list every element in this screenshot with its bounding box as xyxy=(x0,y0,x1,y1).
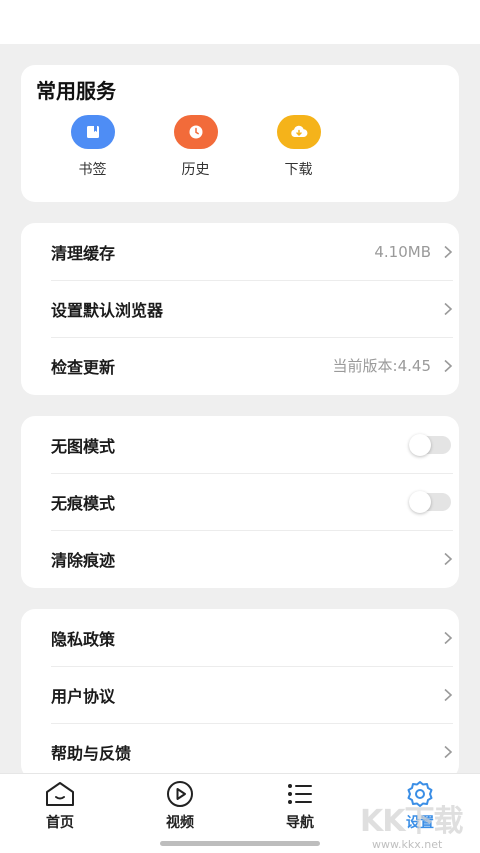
watermark-logo: KK下载 xyxy=(360,804,463,839)
list-icon xyxy=(284,780,316,808)
watermark-url: www.kkx.net xyxy=(372,838,443,851)
home-indicator xyxy=(160,841,320,846)
tab-home-label: 首页 xyxy=(46,815,74,831)
chevron-right-icon xyxy=(443,745,453,759)
incognito-mode-label: 无痕模式 xyxy=(51,493,116,513)
chevron-right-icon xyxy=(443,688,453,702)
about-card: 隐私政策 用户协议 帮助与反馈 xyxy=(21,609,459,779)
service-label: 历史 xyxy=(181,162,210,178)
no-image-mode-label: 无图模式 xyxy=(51,436,116,456)
help-feedback-label: 帮助与反馈 xyxy=(51,743,132,763)
service-label: 书签 xyxy=(78,162,107,178)
download-icon xyxy=(276,115,321,149)
user-agreement-row[interactable]: 用户协议 xyxy=(51,666,453,723)
incognito-mode-toggle[interactable] xyxy=(409,490,451,513)
no-image-mode-row: 无图模式 xyxy=(51,416,453,473)
privacy-policy-row[interactable]: 隐私政策 xyxy=(51,609,453,666)
check-update-row[interactable]: 检查更新 当前版本:4.45 xyxy=(51,337,453,394)
clear-traces-label: 清除痕迹 xyxy=(51,550,116,570)
play-icon xyxy=(164,780,196,808)
service-label: 下载 xyxy=(284,162,313,178)
user-agreement-label: 用户协议 xyxy=(51,686,116,706)
toggle-knob xyxy=(409,490,431,513)
chevron-right-icon xyxy=(443,245,453,259)
status-bar xyxy=(0,0,480,44)
tab-navigation-label: 导航 xyxy=(286,815,314,831)
services-grid: 书签 历史 下载 xyxy=(41,115,350,179)
cache-size-value: 4.10MB xyxy=(374,242,431,261)
clear-cache-label: 清理缓存 xyxy=(51,243,116,263)
bookmark-icon xyxy=(70,115,115,149)
current-version-value: 当前版本:4.45 xyxy=(332,357,431,375)
browsing-modes-card: 无图模式 无痕模式 清除痕迹 xyxy=(21,416,459,588)
tab-navigation[interactable]: 导航 xyxy=(260,780,340,832)
service-bookmarks[interactable]: 书签 xyxy=(41,115,144,179)
chevron-right-icon xyxy=(443,359,453,373)
chevron-right-icon xyxy=(443,302,453,316)
services-title: 常用服务 xyxy=(36,79,116,103)
toggle-knob xyxy=(409,433,431,456)
service-history[interactable]: 历史 xyxy=(144,115,247,179)
tab-video-label: 视频 xyxy=(166,815,194,831)
no-image-mode-toggle[interactable] xyxy=(409,433,451,456)
incognito-mode-row: 无痕模式 xyxy=(51,473,453,530)
service-downloads[interactable]: 下载 xyxy=(247,115,350,179)
clear-traces-row[interactable]: 清除痕迹 xyxy=(51,530,453,587)
clock-icon xyxy=(173,115,218,149)
clear-cache-row[interactable]: 清理缓存 4.10MB xyxy=(51,223,453,280)
privacy-policy-label: 隐私政策 xyxy=(51,629,116,649)
home-icon xyxy=(44,780,76,808)
tab-home[interactable]: 首页 xyxy=(20,780,100,832)
help-feedback-row[interactable]: 帮助与反馈 xyxy=(51,723,453,780)
chevron-right-icon xyxy=(443,631,453,645)
default-browser-label: 设置默认浏览器 xyxy=(51,300,164,320)
chevron-right-icon xyxy=(443,552,453,566)
check-update-label: 检查更新 xyxy=(51,357,116,377)
tab-video[interactable]: 视频 xyxy=(140,780,220,832)
general-settings-card: 清理缓存 4.10MB 设置默认浏览器 检查更新 当前版本:4.45 xyxy=(21,223,459,395)
common-services-card: 常用服务 书签 历史 下载 xyxy=(21,65,459,202)
default-browser-row[interactable]: 设置默认浏览器 xyxy=(51,280,453,337)
